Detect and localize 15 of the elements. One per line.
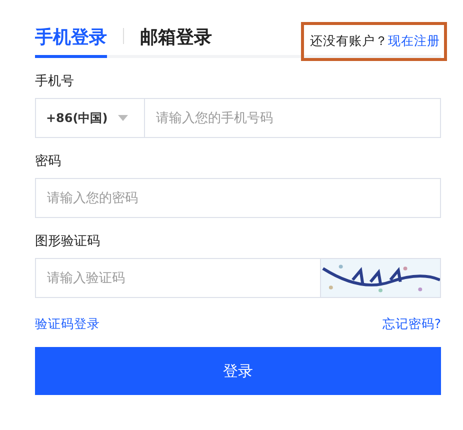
country-code-dropdown[interactable]: +86(中国) bbox=[35, 98, 144, 138]
captcha-input-field[interactable]: 请输入验证码 bbox=[35, 258, 321, 298]
field-label: 图形验证码 bbox=[35, 233, 101, 250]
forgot-password-link[interactable]: 忘记密码? bbox=[382, 316, 441, 333]
register-prompt: 还没有账户？ bbox=[310, 33, 388, 50]
field-label: 手机号 bbox=[35, 73, 75, 90]
password-input-field[interactable]: 请输入您的密码 bbox=[35, 178, 441, 218]
login-button[interactable]: 登录 bbox=[35, 347, 441, 395]
field-label: 密码 bbox=[35, 153, 62, 170]
caret-icon bbox=[118, 115, 128, 121]
login-tab[interactable]: 手机登录 bbox=[35, 22, 107, 58]
login-tab[interactable]: 邮箱登录 bbox=[140, 22, 212, 58]
phone-input-field[interactable]: 请输入您的手机号码 bbox=[144, 98, 441, 138]
register-link[interactable]: 现在注册 bbox=[388, 33, 440, 50]
sms-login-link[interactable]: 验证码登录 bbox=[35, 316, 100, 333]
